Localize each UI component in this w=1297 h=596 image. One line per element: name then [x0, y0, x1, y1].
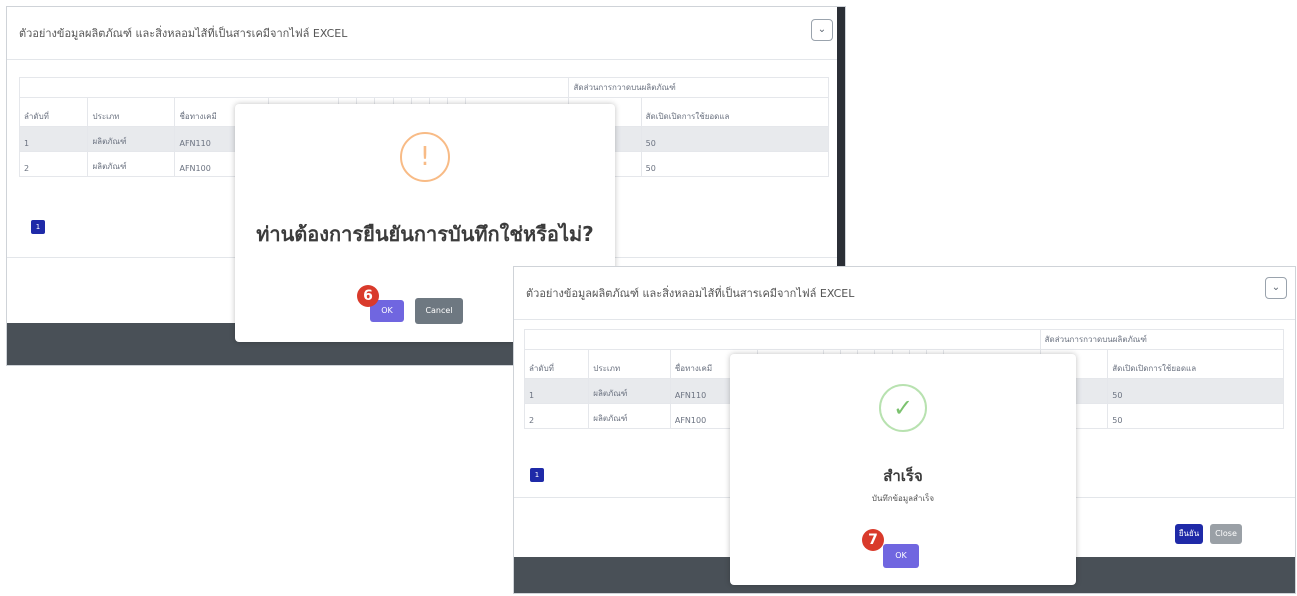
dialog-title: ท่านต้องการยืนยันการบันทึกใช่หรือไม่? — [256, 222, 594, 246]
table-cell: ผลิตภัณฑ์ — [588, 378, 671, 404]
table-cell: 50 — [640, 151, 830, 177]
table-cell: 1 — [18, 126, 89, 152]
checkmark-icon: ✓ — [879, 384, 927, 432]
table-group-header: สัดส่วนการกวาดบนผลิตภัณฑ์ — [1039, 329, 1285, 350]
pagination-page-button[interactable]: 1 — [530, 468, 544, 482]
column-header: สัดเปิดเปิดการใช้ยอดแล — [1107, 349, 1284, 379]
column-header: ลำดับที่ — [18, 97, 89, 127]
table-cell: 50 — [640, 126, 830, 152]
modal-header: ตัวอย่างข้อมูลผลิตภัณฑ์ และสิ่งหลอมไส้ที… — [7, 7, 845, 60]
dialog-title: สำเร็จ — [883, 467, 923, 485]
table-cell: 2 — [523, 403, 590, 429]
warning-icon: ! — [400, 132, 450, 182]
close-button[interactable]: Close — [1210, 524, 1242, 544]
table-cell: 2 — [18, 151, 89, 177]
chevron-down-icon[interactable]: ⌄ — [1265, 277, 1287, 299]
pagination-page-button[interactable]: 1 — [31, 220, 45, 234]
modal-header: ตัวอย่างข้อมูลผลิตภัณฑ์ และสิ่งหลอมไส้ที… — [514, 267, 1295, 320]
column-header: สัดเปิดเปิดการใช้ยอดแล — [640, 97, 830, 127]
ok-button[interactable]: OK — [883, 544, 919, 568]
step-marker: 7 — [862, 529, 884, 551]
table-cell: 50 — [1107, 403, 1284, 429]
chevron-down-icon[interactable]: ⌄ — [811, 19, 833, 41]
table-cell: 50 — [1107, 378, 1284, 404]
table-cell: ผลิตภัณฑ์ — [87, 151, 176, 177]
cancel-button[interactable]: Cancel — [415, 298, 463, 324]
confirm-button[interactable]: ยืนยัน — [1175, 524, 1203, 544]
column-header: ลำดับที่ — [523, 349, 590, 379]
modal-title: ตัวอย่างข้อมูลผลิตภัณฑ์ และสิ่งหลอมไส้ที… — [526, 287, 855, 300]
success-screenshot: ตัวอย่างข้อมูลผลิตภัณฑ์ และสิ่งหลอมไส้ที… — [513, 266, 1296, 594]
column-header: ประเภท — [87, 97, 176, 127]
table-cell: 1 — [523, 378, 590, 404]
modal-title: ตัวอย่างข้อมูลผลิตภัณฑ์ และสิ่งหลอมไส้ที… — [19, 27, 348, 40]
table-cell: ผลิตภัณฑ์ — [588, 403, 671, 429]
success-dialog: ✓ สำเร็จ บันทึกข้อมูลสำเร็จ OK 7 — [730, 354, 1076, 585]
table-cell: ผลิตภัณฑ์ — [87, 126, 176, 152]
column-header: ประเภท — [588, 349, 671, 379]
table-group-header: สัดส่วนการกวาดบนผลิตภัณฑ์ — [568, 77, 829, 98]
dialog-message: บันทึกข้อมูลสำเร็จ — [871, 494, 935, 503]
step-marker: 6 — [357, 285, 379, 307]
